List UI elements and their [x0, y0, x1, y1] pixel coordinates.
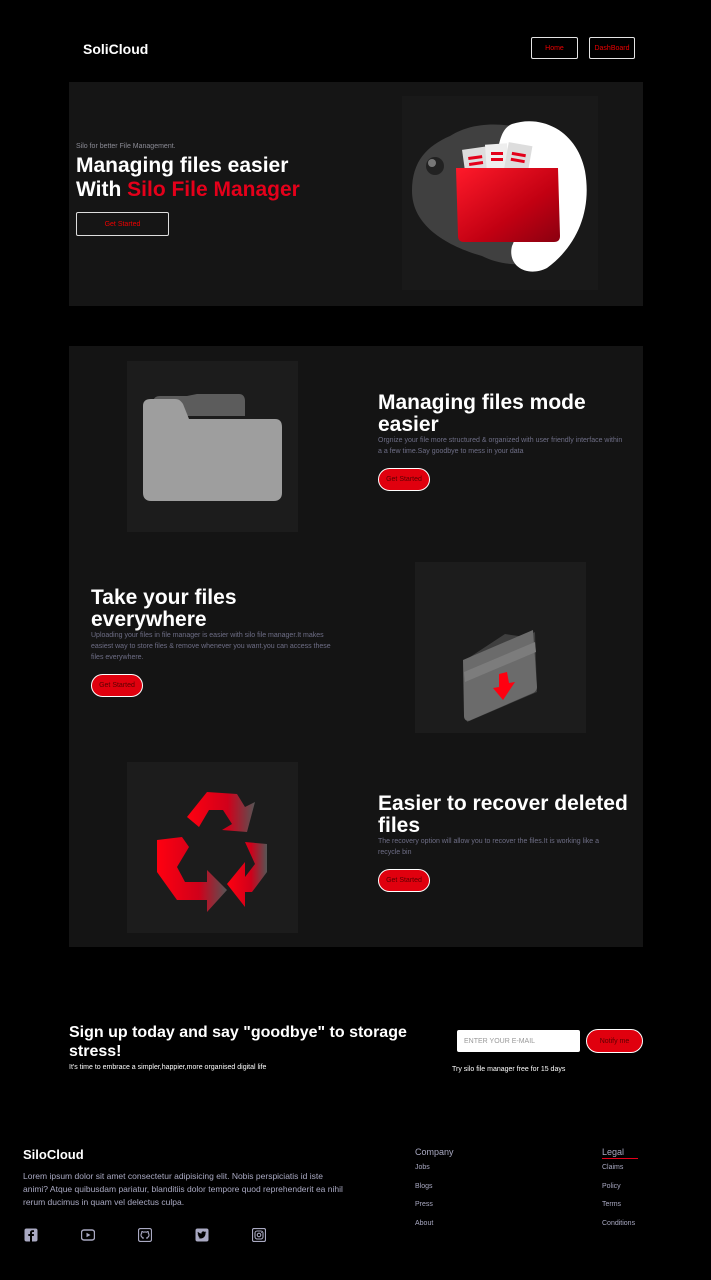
signup-title: Sign up today and say "goodbye" to stora…: [69, 1024, 407, 1060]
hero-get-started-button[interactable]: Get Started: [76, 212, 169, 236]
feature-1-description: Orgnize your file more structured & orga…: [378, 437, 623, 455]
hero-title-prefix: With: [76, 178, 128, 201]
hero-illustration: [402, 96, 598, 290]
footer-link-jobs[interactable]: Jobs: [415, 1164, 430, 1171]
hero-title-line1: Managing files easier: [76, 154, 289, 177]
footer-link-claims[interactable]: Claims: [602, 1164, 623, 1171]
nav-home-button[interactable]: Home: [531, 37, 578, 59]
folder-icon: [143, 394, 282, 501]
youtube-icon[interactable]: [81, 1228, 95, 1242]
feature-2-get-started-button[interactable]: Get Started: [91, 674, 143, 697]
hero-title-accent: Silo File Manager: [127, 178, 300, 201]
instagram-icon[interactable]: [252, 1228, 266, 1242]
feature-image-upload: [415, 562, 586, 733]
feature-3-description: The recovery option will allow you to re…: [378, 838, 599, 856]
feature-image-recycle: [127, 762, 298, 933]
trial-note: Try silo file manager free for 15 days: [452, 1066, 566, 1073]
signup-subtitle: It's time to embrace a simpler,happier,m…: [69, 1064, 267, 1071]
footer-link-press[interactable]: Press: [415, 1201, 433, 1208]
upload-folder-icon: [463, 630, 537, 722]
hero-section: Silo for better File Management. Managin…: [69, 82, 643, 306]
feature-1-title: Managing files mode easier: [378, 391, 586, 436]
feature-3-title: Easier to recover deleted files: [378, 792, 628, 837]
nav-dashboard-button[interactable]: DashBoard: [589, 37, 635, 59]
feature-image-folder: [127, 361, 298, 532]
footer-link-terms[interactable]: Terms: [602, 1201, 621, 1208]
hero-tagline: Silo for better File Management.: [76, 143, 176, 150]
footer-link-conditions[interactable]: Conditions: [602, 1220, 635, 1227]
footer-brand: SiloCloud: [23, 1147, 84, 1162]
feature-2-title: Take your files everywhere: [91, 586, 237, 631]
brand-logo[interactable]: SoliCloud: [83, 41, 148, 57]
hero-title-line2: With Silo File Manager: [76, 178, 300, 202]
footer-link-about[interactable]: About: [415, 1220, 433, 1227]
feature-1-get-started-button[interactable]: Get Started: [378, 468, 430, 491]
footer-company-heading: Company: [415, 1147, 454, 1157]
features-section: Managing files mode easier Orgnize your …: [69, 346, 643, 947]
notify-me-button[interactable]: Notify me: [586, 1029, 643, 1053]
github-icon[interactable]: [138, 1228, 152, 1242]
twitter-icon[interactable]: [195, 1228, 209, 1242]
email-input[interactable]: [457, 1030, 580, 1052]
hero-title: Managing files easier With Silo File Man…: [76, 154, 300, 202]
files-folder-icon: [412, 121, 587, 272]
footer-description: Lorem ipsum dolor sit amet consectetur a…: [23, 1171, 343, 1207]
footer-link-blogs[interactable]: Blogs: [415, 1183, 433, 1190]
footer-link-policy[interactable]: Policy: [602, 1183, 621, 1190]
feature-2-description: Uploading your files in file manager is …: [91, 632, 331, 661]
facebook-icon[interactable]: [24, 1228, 38, 1242]
feature-3-get-started-button[interactable]: Get Started: [378, 869, 430, 892]
footer-legal-heading: Legal: [602, 1147, 638, 1159]
recycle-icon: [157, 792, 267, 912]
